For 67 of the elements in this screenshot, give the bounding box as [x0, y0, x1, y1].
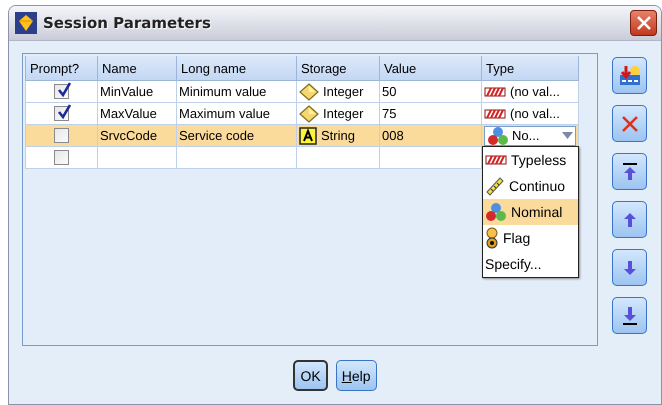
stacked-balls-icon	[485, 227, 499, 249]
column-header[interactable]: Name	[98, 56, 176, 80]
app-icon	[15, 12, 37, 34]
window-title: Session Parameters	[43, 14, 211, 32]
letter-box-icon	[299, 126, 317, 144]
menu-item[interactable]: Continuo	[483, 173, 578, 199]
table-cell: Service code	[176, 124, 296, 146]
table-cell: SrvcCode	[98, 124, 176, 146]
move-top-icon	[620, 162, 638, 182]
checkbox[interactable]	[54, 106, 69, 121]
menu-label: Typeless	[511, 152, 566, 168]
column-header[interactable]: Storage	[296, 56, 380, 80]
striped-bar-icon	[485, 155, 507, 165]
table-cell: 50	[380, 80, 482, 102]
column-header[interactable]: Prompt?	[26, 56, 98, 80]
ok-button[interactable]: OK	[293, 360, 328, 391]
table-row[interactable]: MinValue Minimum value Integer 50 (no val...	[26, 80, 578, 102]
table-cell: Minimum value	[176, 80, 296, 102]
table-cell: 75	[380, 102, 482, 124]
table-insert-icon	[618, 64, 642, 86]
table-cell: MinValue	[98, 80, 176, 102]
move-bottom-icon	[620, 306, 638, 326]
menu-item[interactable]: Nominal	[483, 199, 578, 225]
type-dropdown[interactable]: No...	[484, 126, 576, 146]
table-cell: Maximum value	[176, 102, 296, 124]
menu-item[interactable]: Flag	[483, 225, 578, 251]
table-cell: 008	[380, 124, 482, 146]
check-icon	[56, 104, 72, 120]
menu-label: Nominal	[511, 204, 562, 220]
menu-label: Continuo	[509, 178, 566, 194]
delete-icon	[620, 114, 640, 134]
striped-bar-icon	[484, 86, 506, 96]
menu-label: Specify...	[485, 256, 542, 272]
column-header[interactable]: Long name	[176, 56, 296, 80]
move-up-button[interactable]	[612, 201, 647, 238]
menu-item[interactable]: Typeless	[483, 147, 578, 173]
diamond-icon	[299, 104, 319, 122]
move-to-top-button[interactable]	[612, 153, 647, 190]
close-icon	[636, 15, 652, 31]
striped-bar-icon	[484, 108, 506, 118]
checkbox[interactable]	[54, 84, 69, 99]
three-balls-icon	[487, 126, 509, 146]
diamond-icon	[299, 82, 319, 100]
close-button[interactable]	[630, 10, 657, 36]
storage-label: Integer	[323, 106, 364, 121]
check-icon	[56, 82, 72, 98]
three-balls-icon	[485, 202, 507, 222]
storage-label: String	[321, 128, 355, 143]
move-down-button[interactable]	[612, 249, 647, 286]
table-cell: MaxValue	[98, 102, 176, 124]
menu-item[interactable]: Specify...	[483, 251, 578, 277]
checkbox[interactable]	[54, 128, 69, 143]
move-to-bottom-button[interactable]	[612, 297, 647, 334]
add-row-button[interactable]	[612, 57, 647, 94]
type-label: (no val...	[510, 84, 560, 99]
column-header[interactable]: Type	[482, 56, 578, 80]
storage-label: Integer	[323, 84, 364, 99]
table-row[interactable]: MaxValue Maximum value Integer 75 (no val...	[26, 102, 578, 124]
type-label: No...	[512, 128, 540, 143]
delete-button[interactable]	[612, 105, 647, 142]
menu-label: Flag	[503, 230, 530, 246]
caret-icon	[562, 132, 573, 139]
ruler-icon	[485, 176, 505, 196]
type-label: (no val...	[510, 106, 560, 121]
checkbox[interactable]	[54, 150, 69, 165]
help-button[interactable]: Help	[336, 360, 377, 391]
column-header[interactable]: Value	[380, 56, 482, 80]
